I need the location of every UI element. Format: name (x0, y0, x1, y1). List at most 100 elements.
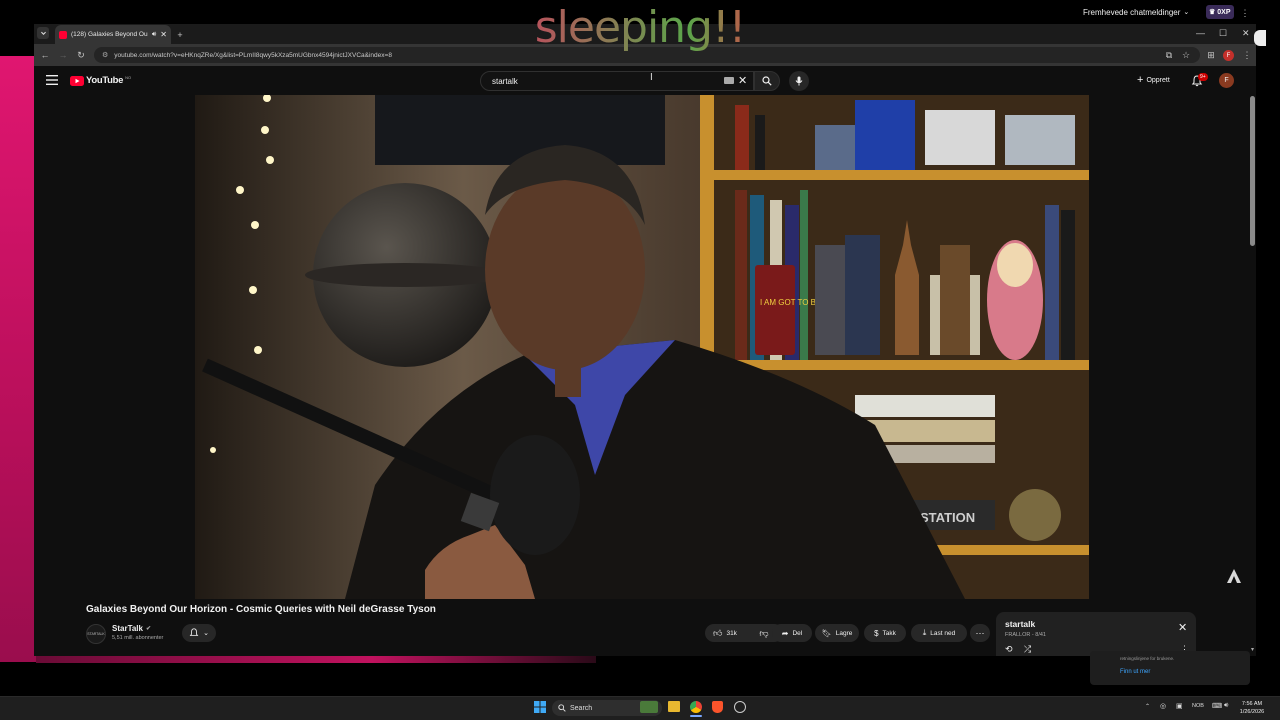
channel-watermark-icon[interactable] (1226, 568, 1242, 584)
desktop-wallpaper-strip (0, 56, 36, 662)
brave-icon[interactable] (712, 701, 723, 713)
install-app-icon[interactable]: ⧉ (1162, 48, 1176, 62)
search-input[interactable]: startalk (480, 71, 754, 91)
close-window-icon[interactable]: ✕ (1242, 28, 1250, 39)
tab-title: (128) Galaxies Beyond Our (71, 31, 148, 38)
side-panel-tab[interactable] (1254, 30, 1266, 46)
scroll-down-icon[interactable]: ▾ (1251, 646, 1254, 653)
language-indicator[interactable]: NOB (1192, 703, 1204, 709)
share-label: Del (792, 629, 803, 637)
crown-icon: ♛ (1209, 9, 1216, 16)
share-icon: ➦ (781, 628, 789, 638)
save-button[interactable]: 🔖︎ Lagre (815, 624, 859, 642)
file-explorer-icon[interactable] (668, 701, 680, 712)
minimize-icon[interactable]: — (1196, 28, 1205, 38)
bookmark-icon: 🔖︎ (821, 628, 832, 638)
keyboard-icon[interactable] (724, 77, 734, 84)
bell-icon (189, 628, 199, 636)
download-icon: ⤓ (922, 628, 927, 637)
text-cursor-icon: I (650, 72, 653, 83)
like-count: 31k (726, 629, 737, 637)
tray-app-icon[interactable]: ◎ (1160, 702, 1166, 710)
page-scrollbar[interactable] (1250, 96, 1255, 246)
chevron-down-icon: ⌄ (1183, 9, 1190, 16)
tab-audio-icon[interactable]: 🔊︎ (152, 31, 156, 39)
forward-icon[interactable]: → (56, 48, 70, 62)
video-frame: I AM GOT TO BE BOMBER STATION (195, 95, 1089, 599)
tray-app-icon-2[interactable]: ▣ (1176, 702, 1183, 710)
xp-badge[interactable]: ♛ 0XP (1206, 5, 1234, 19)
download-label: Last ned (930, 629, 956, 637)
clock-date: 1/26/2026 (1239, 709, 1265, 715)
xp-badge-label: 0XP (1217, 8, 1231, 16)
maximize-icon[interactable]: ☐ (1219, 28, 1227, 39)
thanks-button[interactable]: $ Takk (864, 624, 906, 642)
youtube-favicon-icon (59, 30, 67, 39)
search-button[interactable] (754, 71, 780, 91)
widgets-icon[interactable] (640, 701, 658, 713)
tab-search-icon[interactable] (37, 27, 49, 39)
create-button[interactable]: + Opprett (1137, 74, 1170, 86)
extensions-icon[interactable]: ⊞ (1204, 48, 1218, 62)
url-text: youtube.com/watch?v=eHKnqZRe/Xg&list=PLm… (114, 51, 392, 59)
download-button[interactable]: ⤓ Last ned (911, 624, 967, 642)
close-playlist-icon[interactable]: ✕ (1178, 621, 1187, 634)
video-player[interactable]: I AM GOT TO BE BOMBER STATION (195, 95, 1089, 599)
volume-icon[interactable]: 🔊︎ (1224, 702, 1228, 710)
active-app-indicator (690, 715, 702, 717)
video-title: Galaxies Beyond Our Horizon - Cosmic Que… (86, 604, 436, 615)
highlighted-chat-button[interactable]: Fremhevede chatmeldinger ⌄ (1083, 2, 1203, 22)
youtube-logo-text: YouTube (86, 75, 124, 86)
tab-close-icon[interactable]: ✕ (160, 30, 167, 39)
like-button[interactable]: 👍︎ 31k (705, 624, 745, 642)
chrome-icon[interactable] (690, 701, 702, 713)
channel-avatar[interactable]: STARTALK (86, 624, 106, 644)
thanks-icon: $ (874, 628, 879, 638)
highlighted-chat-label: Fremhevede chatmeldinger (1083, 7, 1181, 17)
back-icon[interactable]: ← (38, 48, 52, 62)
profile-avatar[interactable]: F (1223, 50, 1234, 61)
search-icon (558, 704, 566, 712)
overlay-menu-icon[interactable]: ⋮ (1238, 6, 1252, 20)
notice-text: retningslinjene for brukene. (1120, 656, 1175, 661)
channel-name-link[interactable]: StarTalk ✔ (112, 624, 151, 633)
app-icon[interactable] (734, 701, 746, 713)
clock-time: 7:56 AM (1241, 701, 1263, 707)
hamburger-menu-icon[interactable] (46, 75, 58, 85)
chevron-down-icon: ⌄ (203, 630, 209, 637)
site-info-icon[interactable]: ⚙ (102, 51, 108, 59)
desktop-wallpaper-bottom (36, 655, 596, 663)
subscriber-count: 5,51 mill. abonnenter (112, 635, 164, 641)
network-icon[interactable]: ⌨ (1212, 702, 1222, 710)
more-horizontal-icon: ⋯ (975, 627, 985, 638)
taskbar-search-label: Search (570, 704, 593, 712)
account-avatar[interactable]: F (1219, 73, 1234, 88)
clear-search-icon[interactable]: ✕ (738, 74, 747, 87)
thumbs-up-icon: 👍︎ (713, 627, 723, 638)
browser-tab[interactable]: (128) Galaxies Beyond Our 🔊︎ ✕ (55, 25, 171, 44)
bookmark-star-icon[interactable]: ☆ (1179, 48, 1193, 62)
shuffle-icon[interactable]: ⤮ (1024, 644, 1031, 655)
shelf-label-text: STATION (920, 510, 975, 525)
tray-overflow-icon[interactable]: ⌃ (1145, 703, 1150, 710)
search-input-value: startalk (492, 76, 518, 86)
playlist-title[interactable]: startalk (1005, 619, 1035, 629)
browser-menu-icon[interactable]: ⋮ (1240, 48, 1254, 62)
new-tab-icon[interactable]: + (173, 28, 187, 42)
taskbar-clock[interactable]: 7:56 AM 1/26/2026 (1232, 700, 1272, 716)
save-label: Lagre (835, 629, 853, 637)
channel-name: StarTalk (112, 624, 143, 633)
reload-icon[interactable]: ↻ (74, 48, 88, 62)
share-button[interactable]: ➦ Del (772, 624, 812, 642)
more-actions-button[interactable]: ⋯ (970, 624, 990, 642)
youtube-logo[interactable]: YouTube NO (70, 75, 131, 86)
microphone-icon (795, 76, 803, 86)
voice-search-button[interactable] (789, 71, 809, 91)
start-icon[interactable] (534, 701, 546, 713)
sleeping-overlay-text: sleeping!! (520, 2, 760, 53)
subscription-bell-button[interactable]: ⌄ (182, 624, 216, 642)
thanks-label: Takk (882, 629, 896, 637)
loop-icon[interactable]: ⟲ (1005, 644, 1013, 655)
search-icon (762, 76, 772, 86)
learn-more-link[interactable]: Finn ut mer (1120, 669, 1150, 675)
